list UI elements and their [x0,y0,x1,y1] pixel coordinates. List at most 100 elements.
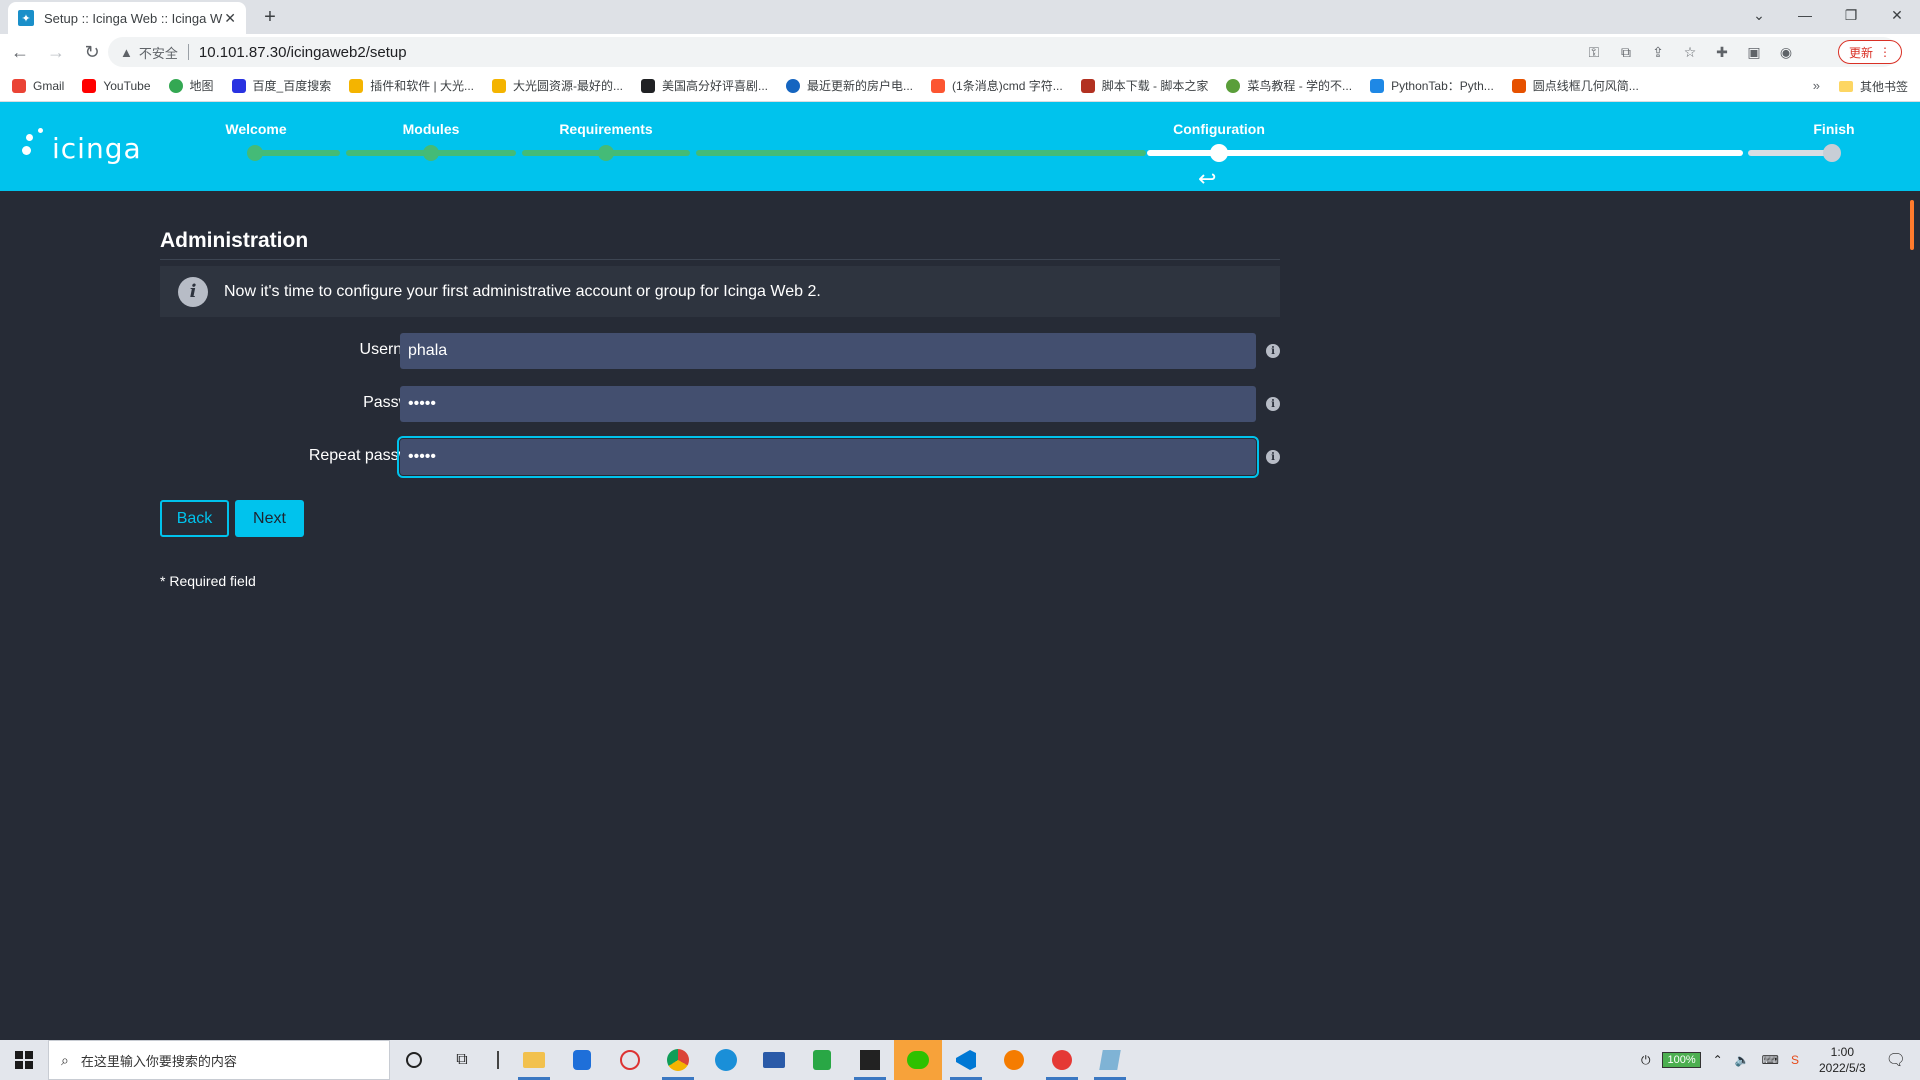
translate-icon[interactable]: ⧉ [1610,44,1642,61]
step-modules: Modules [402,121,460,137]
step-requirements: Requirements [559,121,653,137]
app-l-icon[interactable] [558,1040,606,1080]
bookmark-jb51[interactable]: 脚本下载 - 脚本之家 [1080,77,1209,94]
back-button[interactable]: Back [160,500,229,537]
start-button[interactable] [0,1040,48,1080]
bookmark-star-icon[interactable]: ☆ [1674,44,1706,61]
url-text[interactable]: 10.101.87.30/icingaweb2/setup [199,44,407,61]
sogou-icon[interactable]: S [1791,1053,1799,1067]
chrome-icon[interactable] [654,1040,702,1080]
bookmark-label: 大光圆资源-最好的... [513,79,623,93]
omnibox-divider [187,44,189,60]
bookmark-runoob[interactable]: 菜鸟教程 - 学的不... [1226,77,1352,94]
app-notepad-icon[interactable] [1086,1040,1134,1080]
forward-arrow-icon[interactable]: → [40,36,72,68]
bookmarks-overflow-icon[interactable]: » [1813,78,1820,93]
back-arrow-icon[interactable]: ← [4,36,36,68]
windows-logo-icon [15,1051,33,1069]
other-bookmarks[interactable]: 其他书签 [1838,78,1908,95]
bookmark-label: 脚本下载 - 脚本之家 [1101,79,1209,93]
bookmark-recent[interactable]: 最近更新的房户电... [786,77,913,94]
p-circle-icon [786,78,801,93]
clock-date: 2022/5/3 [1818,1061,1866,1075]
repeat-password-help-icon[interactable]: i [1266,450,1280,464]
info-icon: i [178,276,208,307]
icinga-logo: icinga [22,128,142,168]
password-help-icon[interactable]: i [1266,397,1280,411]
power-icon[interactable]: ⏻ [1641,1053,1651,1068]
next-button[interactable]: Next [235,500,304,537]
minimize-button[interactable]: — [1782,0,1828,30]
share-icon[interactable]: ⇪ [1642,44,1674,61]
logo-text: icinga [52,131,142,165]
form-buttons: Back Next [160,500,1280,537]
new-tab-button[interactable]: + [258,6,282,29]
address-bar[interactable]: ▲ 不安全 10.101.87.30/icingaweb2/setup ⚿ ⧉ … [108,37,1898,67]
bookmark-resources[interactable]: 大光圆资源-最好的... [492,77,623,94]
bookmark-label: (1条消息)cmd 字符... [952,79,1063,93]
tab-title: Setup :: Icinga Web :: Icinga W [44,10,223,26]
sticky-note-icon[interactable] [846,1040,894,1080]
key-icon[interactable]: ⚿ [1578,44,1610,61]
remote-desktop-icon[interactable] [750,1040,798,1080]
bookmark-pythontab[interactable]: PythonTab：Pyth... [1370,77,1494,94]
setup-header: icinga Welcome Modules Requirements Conf… [0,102,1920,191]
app-arch-icon[interactable] [990,1040,1038,1080]
warning-icon[interactable]: ▲ [120,45,133,60]
wps-sheet-icon[interactable] [798,1040,846,1080]
browser-tab[interactable]: ✦ Setup :: Icinga Web :: Icinga W ✕ [8,2,246,34]
csdn-icon [931,78,946,93]
app-red-icon[interactable] [1038,1040,1086,1080]
chevron-up-icon[interactable]: ⌃ [1713,1053,1723,1067]
file-explorer-icon[interactable] [510,1040,558,1080]
volume-icon[interactable]: 🔈 [1735,1053,1750,1067]
bookmark-maps[interactable]: 地图 [168,77,214,94]
sidebar-icon[interactable]: ▣ [1738,44,1770,61]
extensions-icon[interactable]: ✚ [1706,44,1738,61]
info-box: i Now it's time to configure your first … [160,266,1280,317]
bookmark-youtube[interactable]: YouTube [82,78,151,93]
username-input[interactable]: phala [400,333,1256,369]
leaf-icon [492,78,506,93]
pythontab-icon [1370,78,1385,93]
restore-button[interactable]: ❐ [1828,0,1874,30]
return-arrow-icon: ↩ [1198,166,1217,191]
tab-close-icon[interactable]: ✕ [224,10,236,27]
close-window-button[interactable]: ✕ [1874,0,1920,30]
bookmark-csdn[interactable]: (1条消息)cmd 字符... [931,77,1063,94]
bookmark-comedy[interactable]: 美国高分好评喜剧... [641,77,768,94]
wechat-icon[interactable] [894,1040,942,1080]
edge-icon[interactable] [702,1040,750,1080]
clock[interactable]: 1:00 2022/5/3 [1819,1044,1866,1076]
notification-icon[interactable]: 🗨 [1886,1050,1906,1070]
bookmark-gmail[interactable]: Gmail [12,78,64,93]
tab-search-icon[interactable]: ⌄ [1736,0,1782,30]
bookmark-plugins[interactable]: 插件和软件 | 大光... [349,77,474,94]
ime-icon[interactable]: ⌨ [1762,1053,1779,1067]
reload-icon[interactable]: ↻ [76,36,108,68]
clock-time: 1:00 [1830,1045,1854,1059]
youtube-icon [82,78,97,93]
scrollbar-thumb[interactable] [1910,200,1914,250]
insecure-label[interactable]: 不安全 [139,43,178,62]
form-fields: Username * phala i Password * ••••• i Re… [160,323,1280,482]
more-vert-icon: ⋮ [1879,45,1891,59]
update-button[interactable]: 更新 ⋮ [1837,40,1902,64]
snip-tool-icon[interactable] [606,1040,654,1080]
cortana-icon[interactable] [390,1040,438,1080]
username-help-icon[interactable]: i [1266,344,1280,358]
vscode-icon[interactable] [942,1040,990,1080]
taskbar-search[interactable]: ⌕ 在这里输入你要搜索的内容 [48,1040,390,1080]
battery-indicator[interactable]: 100% [1662,1052,1701,1068]
51-icon [1511,78,1526,93]
repeat-password-input[interactable]: ••••• [397,436,1259,478]
bookmark-baidu[interactable]: 百度_百度搜索 [231,77,331,94]
step-dot-welcome [247,145,263,161]
folder-icon [1838,81,1853,92]
bookmarks-bar: Gmail YouTube 地图 百度_百度搜索 插件和软件 | 大光... 大… [0,70,1920,102]
password-input[interactable]: ••••• [400,386,1256,422]
task-view-icon[interactable]: ⧉ [438,1040,486,1080]
profile-icon[interactable]: ◉ [1770,44,1802,61]
password-row: Password * ••••• i [160,376,1280,429]
bookmark-geometry[interactable]: 圆点线框几何风简... [1511,77,1639,94]
